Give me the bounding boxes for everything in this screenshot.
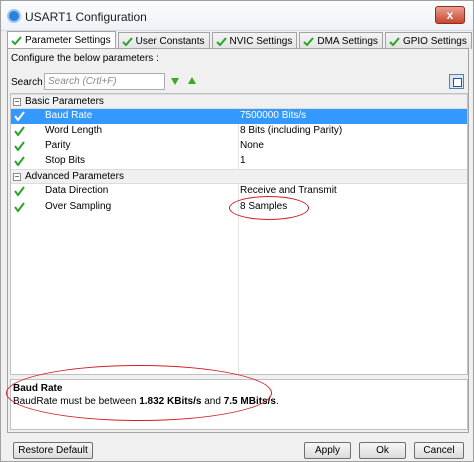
description-min: 1.832 KBits/s — [139, 396, 202, 407]
param-name: Stop Bits — [45, 155, 86, 166]
window-title: USART1 Configuration — [25, 10, 147, 24]
green-check-icon — [14, 111, 25, 121]
green-check-icon — [14, 202, 25, 212]
tab-label: User Constants — [135, 35, 205, 47]
tab-nvic-settings[interactable]: NVIC Settings — [211, 32, 298, 49]
green-check-icon — [14, 156, 25, 166]
parameter-tree: − Basic Parameters Baud Rate 7500000 Bit… — [10, 93, 468, 375]
collapse-icon[interactable]: − — [13, 98, 21, 106]
group-advanced-parameters[interactable]: − Advanced Parameters — [11, 169, 467, 184]
close-button[interactable]: x — [435, 6, 465, 24]
search-label: Search : — [11, 77, 49, 88]
group-basic-parameters[interactable]: − Basic Parameters — [11, 94, 467, 109]
tab-user-constants[interactable]: User Constants — [117, 32, 210, 49]
green-check-icon — [14, 126, 25, 136]
group-label: Basic Parameters — [25, 96, 104, 107]
param-value[interactable]: 1 — [240, 155, 246, 166]
param-row-baud-rate[interactable]: Baud Rate 7500000 Bits/s — [11, 109, 467, 124]
green-check-icon — [121, 36, 133, 46]
arrow-down-icon[interactable] — [170, 76, 180, 86]
param-row-over-sampling[interactable]: Over Sampling 8 Samples — [11, 200, 467, 215]
green-check-icon — [14, 141, 25, 151]
param-row-stop-bits[interactable]: Stop Bits 1 — [11, 154, 467, 169]
description-and: and — [201, 396, 224, 407]
param-name: Data Direction — [45, 185, 109, 196]
param-name: Parity — [45, 140, 71, 151]
param-row-parity[interactable]: Parity None — [11, 139, 467, 154]
param-row-word-length[interactable]: Word Length 8 Bits (including Parity) — [11, 124, 467, 139]
description-panel: Baud Rate BaudRate must be between 1.832… — [10, 379, 468, 430]
green-check-icon — [14, 186, 25, 196]
tab-parameter-settings[interactable]: Parameter Settings — [7, 31, 116, 49]
param-value[interactable]: Receive and Transmit — [240, 185, 337, 196]
param-name: Word Length — [45, 125, 103, 136]
description-max: 7.5 MBits/s — [223, 396, 276, 407]
app-icon — [7, 9, 21, 23]
description-title: Baud Rate — [13, 383, 63, 394]
restore-default-button[interactable]: Restore Default — [13, 442, 93, 459]
param-value[interactable]: None — [240, 140, 264, 151]
title-bar: USART1 Configuration x — [1, 1, 473, 31]
green-check-icon — [11, 36, 22, 45]
parameter-settings-panel: Configure the below parameters : Search … — [7, 48, 469, 433]
collapse-icon[interactable]: − — [13, 173, 21, 181]
ok-button[interactable]: Ok — [359, 442, 406, 459]
usart1-configuration-dialog: USART1 Configuration x Parameter Setting… — [0, 0, 474, 462]
param-row-data-direction[interactable]: Data Direction Receive and Transmit — [11, 184, 467, 199]
tab-label: DMA Settings — [317, 35, 378, 47]
group-label: Advanced Parameters — [25, 171, 124, 182]
search-input[interactable]: Search (Crtl+F) — [44, 73, 165, 90]
param-name: Over Sampling — [45, 201, 112, 212]
param-value[interactable]: 7500000 Bits/s — [240, 110, 306, 121]
description-suffix: . — [275, 396, 279, 407]
param-value[interactable]: 8 Bits (including Parity) — [240, 125, 342, 136]
tab-dma-settings[interactable]: DMA Settings — [299, 32, 383, 49]
green-check-icon — [389, 36, 400, 46]
tab-gpio-settings[interactable]: GPIO Settings — [384, 32, 472, 49]
param-value[interactable]: 8 Samples — [240, 201, 287, 212]
tab-label: GPIO Settings — [402, 35, 467, 47]
green-check-icon — [303, 36, 315, 46]
param-name: Baud Rate — [45, 110, 93, 121]
cancel-button[interactable]: Cancel — [414, 442, 464, 459]
arrow-up-icon[interactable] — [187, 76, 197, 86]
green-check-icon — [215, 36, 227, 46]
tab-bar: Parameter Settings User Constants NVIC S… — [7, 31, 474, 49]
expand-grid-icon[interactable] — [449, 74, 464, 89]
tab-label: Parameter Settings — [25, 35, 111, 46]
apply-button[interactable]: Apply — [304, 442, 351, 459]
description-prefix: BaudRate must be between — [13, 396, 140, 407]
configure-label: Configure the below parameters : — [11, 53, 159, 64]
description-text: BaudRate must be between 1.832 KBits/s a… — [13, 396, 279, 407]
tab-label: NVIC Settings — [229, 35, 293, 47]
